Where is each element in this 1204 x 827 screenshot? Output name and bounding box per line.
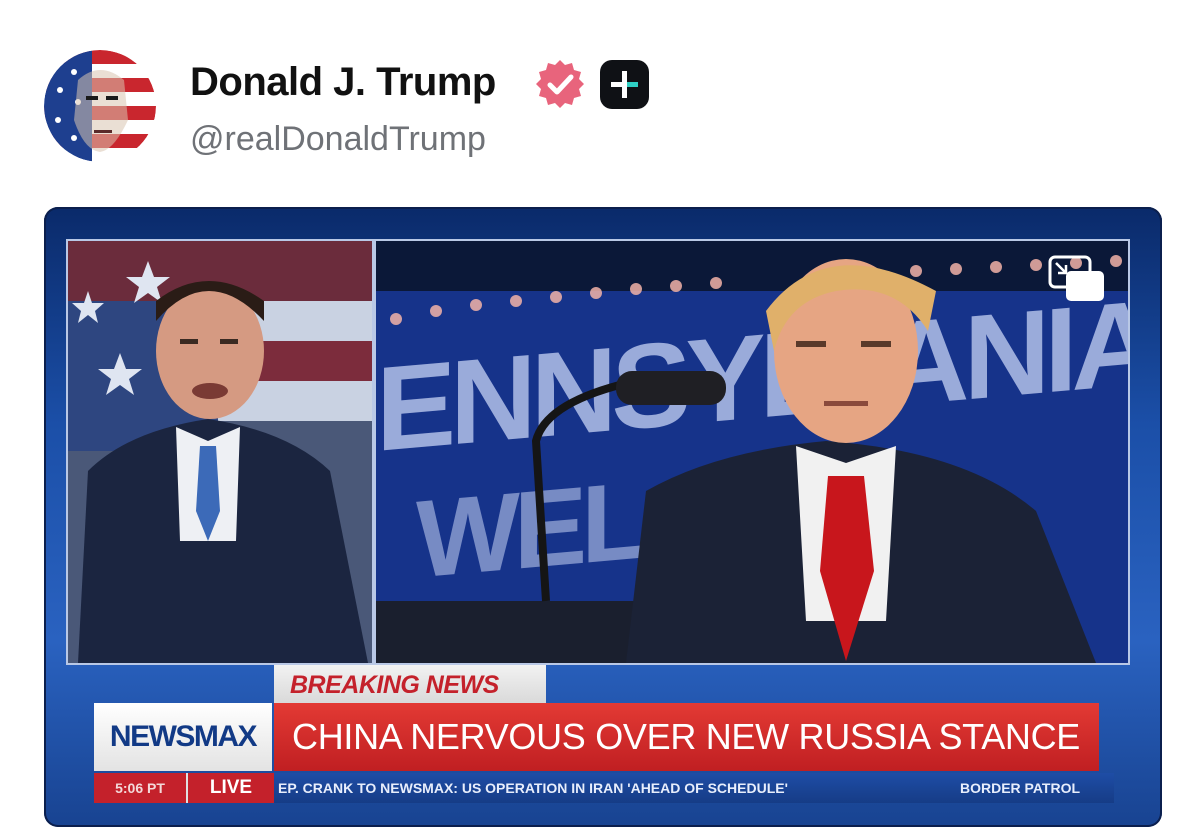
live-badge: LIVE: [186, 773, 274, 803]
network-logo: NEWSMAX: [94, 703, 272, 771]
handle[interactable]: @realDonaldTrump: [190, 120, 486, 159]
post-header: Donald J. Trump @realDonaldTrump: [0, 0, 1204, 200]
ticker-next-text: BORDER PATROL: [960, 780, 1081, 796]
breaking-news-tag: BREAKING NEWS: [274, 665, 546, 705]
video-player[interactable]: ENNSYLVANIA WELCO BREAKING NEWS NEWSMAX …: [44, 207, 1162, 827]
headline-banner: CHINA NERVOUS OVER NEW RUSSIA STANCE: [274, 703, 1099, 771]
picture-in-picture-icon[interactable]: [1048, 255, 1106, 303]
anchor-image: [68, 241, 372, 663]
plus-badge-icon: [600, 60, 649, 109]
ticker-text: EP. CRANK TO NEWSMAX: US OPERATION IN IR…: [278, 780, 788, 796]
news-ticker: 5:06 PT LIVE EP. CRANK TO NEWSMAX: US OP…: [94, 773, 1114, 803]
speaker-video-frame: ENNSYLVANIA WELCO: [374, 239, 1130, 665]
time-label: 5:06 PT: [94, 773, 186, 803]
avatar-flag-portrait-icon: [44, 50, 156, 162]
speaker-image: ENNSYLVANIA WELCO: [376, 241, 1128, 663]
verified-badge-icon: [536, 60, 584, 108]
display-name[interactable]: Donald J. Trump: [190, 60, 496, 105]
anchor-video-frame: [66, 239, 374, 665]
avatar[interactable]: [44, 50, 156, 162]
